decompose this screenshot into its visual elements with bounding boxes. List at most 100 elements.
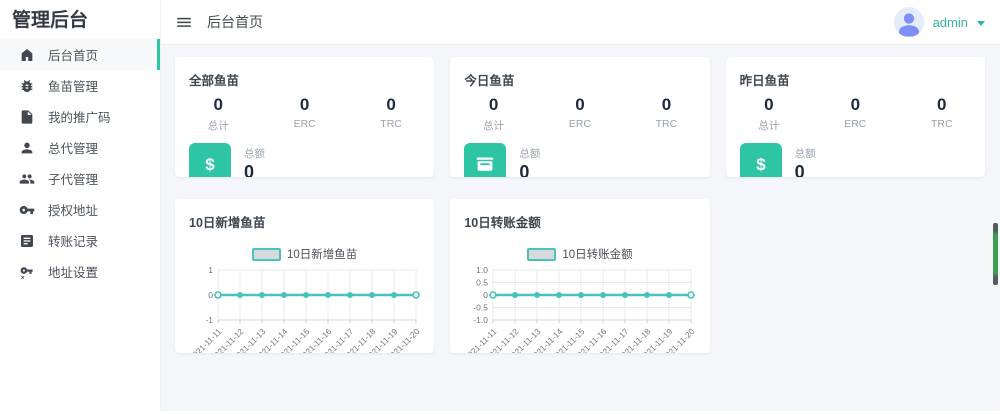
- total-value: 0: [519, 162, 540, 178]
- menu-toggle-button[interactable]: [175, 13, 193, 31]
- dollar-icon: $: [740, 143, 782, 177]
- stat-total-row: 总额0: [464, 143, 695, 177]
- stat-column: 0 TRC: [623, 95, 709, 133]
- stat-card-today-fry: 今日鱼苗0总计0ERC0TRC总额0: [450, 57, 709, 177]
- stat-column: 0总计: [726, 95, 812, 133]
- y-axis-tick-label: 0.5: [476, 278, 488, 288]
- data-point-marker: [644, 292, 650, 298]
- sidebar-item-agent-manage[interactable]: 总代管理: [0, 132, 160, 163]
- data-point-marker: [688, 292, 694, 298]
- legend-label: 10日新增鱼苗: [287, 246, 357, 262]
- svg-text:×: ×: [21, 275, 25, 280]
- avatar[interactable]: [894, 7, 924, 37]
- sidebar-item-label: 我的推广码: [48, 107, 111, 126]
- stat-column: 0ERC: [261, 95, 347, 133]
- chart-legend[interactable]: 10日新增鱼苗: [175, 246, 434, 262]
- svg-text:$: $: [756, 155, 766, 174]
- data-point-marker: [622, 292, 628, 298]
- user-menu[interactable]: admin: [894, 7, 985, 37]
- total-block: 总额0: [519, 146, 540, 178]
- total-label: 总额: [795, 146, 816, 161]
- key-settings-icon: ×: [19, 264, 35, 280]
- legend-label: 10日转账金额: [562, 246, 632, 262]
- charts-row: 10日新增鱼苗10日新增鱼苗10-12021-11-112021-11-1220…: [175, 199, 985, 353]
- total-block: 总额0: [244, 146, 265, 178]
- sidebar-item-label: 后台首页: [48, 45, 98, 64]
- y-axis-tick-label: 1.0: [476, 265, 488, 275]
- stat-total-row: $ 总额0: [740, 143, 971, 177]
- total-value: 0: [244, 162, 265, 178]
- stat-label: ERC: [812, 118, 898, 130]
- caret-down-icon: [977, 21, 985, 26]
- wallet-icon: [464, 143, 506, 177]
- sidebar-item-sub-agent-manage[interactable]: 子代管理: [0, 163, 160, 194]
- dollar-icon: $: [189, 143, 231, 177]
- list-icon: [19, 233, 35, 249]
- sidebar-item-home[interactable]: 后台首页: [0, 39, 160, 70]
- chart-legend[interactable]: 10日转账金额: [450, 246, 709, 262]
- data-point-marker: [534, 292, 540, 298]
- sidebar-item-label: 地址设置: [48, 262, 98, 281]
- stat-value: 0: [348, 95, 434, 115]
- y-axis-tick-label: 0: [208, 290, 213, 300]
- stat-label: TRC: [348, 118, 434, 130]
- stat-column: 0 总计: [175, 95, 261, 133]
- sidebar-item-promo-code[interactable]: 我的推广码: [0, 101, 160, 132]
- total-label: 总额: [244, 146, 265, 161]
- breadcrumb-page-title: 后台首页: [207, 12, 263, 32]
- stat-column: 0总计: [450, 95, 536, 133]
- data-point-marker: [600, 292, 606, 298]
- file-icon: [19, 109, 35, 125]
- stat-label: 总计: [450, 118, 536, 133]
- sidebar-item-transfer-records[interactable]: 转账记录: [0, 225, 160, 256]
- main-content: 全部鱼苗0总计0ERC0TRC$总额0今日鱼苗0总计0ERC0TRC总额0昨日鱼…: [160, 45, 1000, 414]
- bug-icon: [19, 78, 35, 94]
- stat-columns: 0总计0ERC0TRC: [175, 95, 434, 133]
- data-point-marker: [666, 292, 672, 298]
- stat-columns: 0总计0ERC0TRC: [450, 95, 709, 133]
- legend-swatch: [252, 248, 281, 261]
- data-point-marker: [490, 292, 496, 298]
- chart-plot: 1.00.50-0.5-1.02021-11-112021-11-122021-…: [463, 266, 697, 353]
- data-point-marker: [325, 292, 331, 298]
- app-title: 管理后台: [0, 0, 160, 39]
- sidebar-item-auth-address[interactable]: 授权地址: [0, 194, 160, 225]
- stat-label: TRC: [623, 118, 709, 130]
- chart-plot: 10-12021-11-112021-11-122021-11-132021-1…: [188, 266, 422, 353]
- person-icon: [19, 140, 35, 156]
- stat-value: 0: [726, 95, 812, 115]
- stat-value: 0: [537, 95, 623, 115]
- data-point-marker: [215, 292, 221, 298]
- stat-value: 0: [812, 95, 898, 115]
- stat-column: 0ERC: [537, 95, 623, 133]
- stat-label: 总计: [175, 118, 261, 133]
- sidebar-nav: 后台首页鱼苗管理我的推广码总代管理子代管理授权地址转账记录 × 地址设置: [0, 39, 160, 287]
- total-value: 0: [795, 162, 816, 178]
- card-title: 昨日鱼苗: [740, 70, 971, 89]
- data-point-marker: [413, 292, 419, 298]
- stat-value: 0: [899, 95, 985, 115]
- chart-card-transfer-amount-10d: 10日转账金额10日转账金额1.00.50-0.5-1.02021-11-112…: [450, 199, 709, 353]
- sidebar-item-fry-manage[interactable]: 鱼苗管理: [0, 70, 160, 101]
- data-point-marker: [237, 292, 243, 298]
- stat-column: 0 ERC: [812, 95, 898, 133]
- sidebar-item-label: 授权地址: [48, 200, 98, 219]
- stat-column: 0 TRC: [899, 95, 985, 133]
- vertical-scrollbar-thumb[interactable]: [993, 223, 998, 285]
- username-dropdown[interactable]: admin: [933, 15, 968, 30]
- data-point-marker: [303, 292, 309, 298]
- legend-swatch: [527, 248, 556, 261]
- stat-value: 0: [261, 95, 347, 115]
- home-icon: [19, 47, 35, 63]
- data-point-marker: [369, 292, 375, 298]
- stat-value: 0: [623, 95, 709, 115]
- sidebar-item-address-settings[interactable]: × 地址设置: [0, 256, 160, 287]
- y-axis-tick-label: 1: [208, 265, 213, 275]
- chart-title: 10日新增鱼苗: [189, 212, 420, 231]
- stat-label: TRC: [899, 118, 985, 130]
- stat-value: 0: [175, 95, 261, 115]
- sidebar: 管理后台 后台首页鱼苗管理我的推广码总代管理子代管理授权地址转账记录 × 地址设置: [0, 0, 161, 414]
- sidebar-item-label: 转账记录: [48, 231, 98, 250]
- data-point-marker: [281, 292, 287, 298]
- stat-total-row: $ 总额0: [189, 143, 420, 177]
